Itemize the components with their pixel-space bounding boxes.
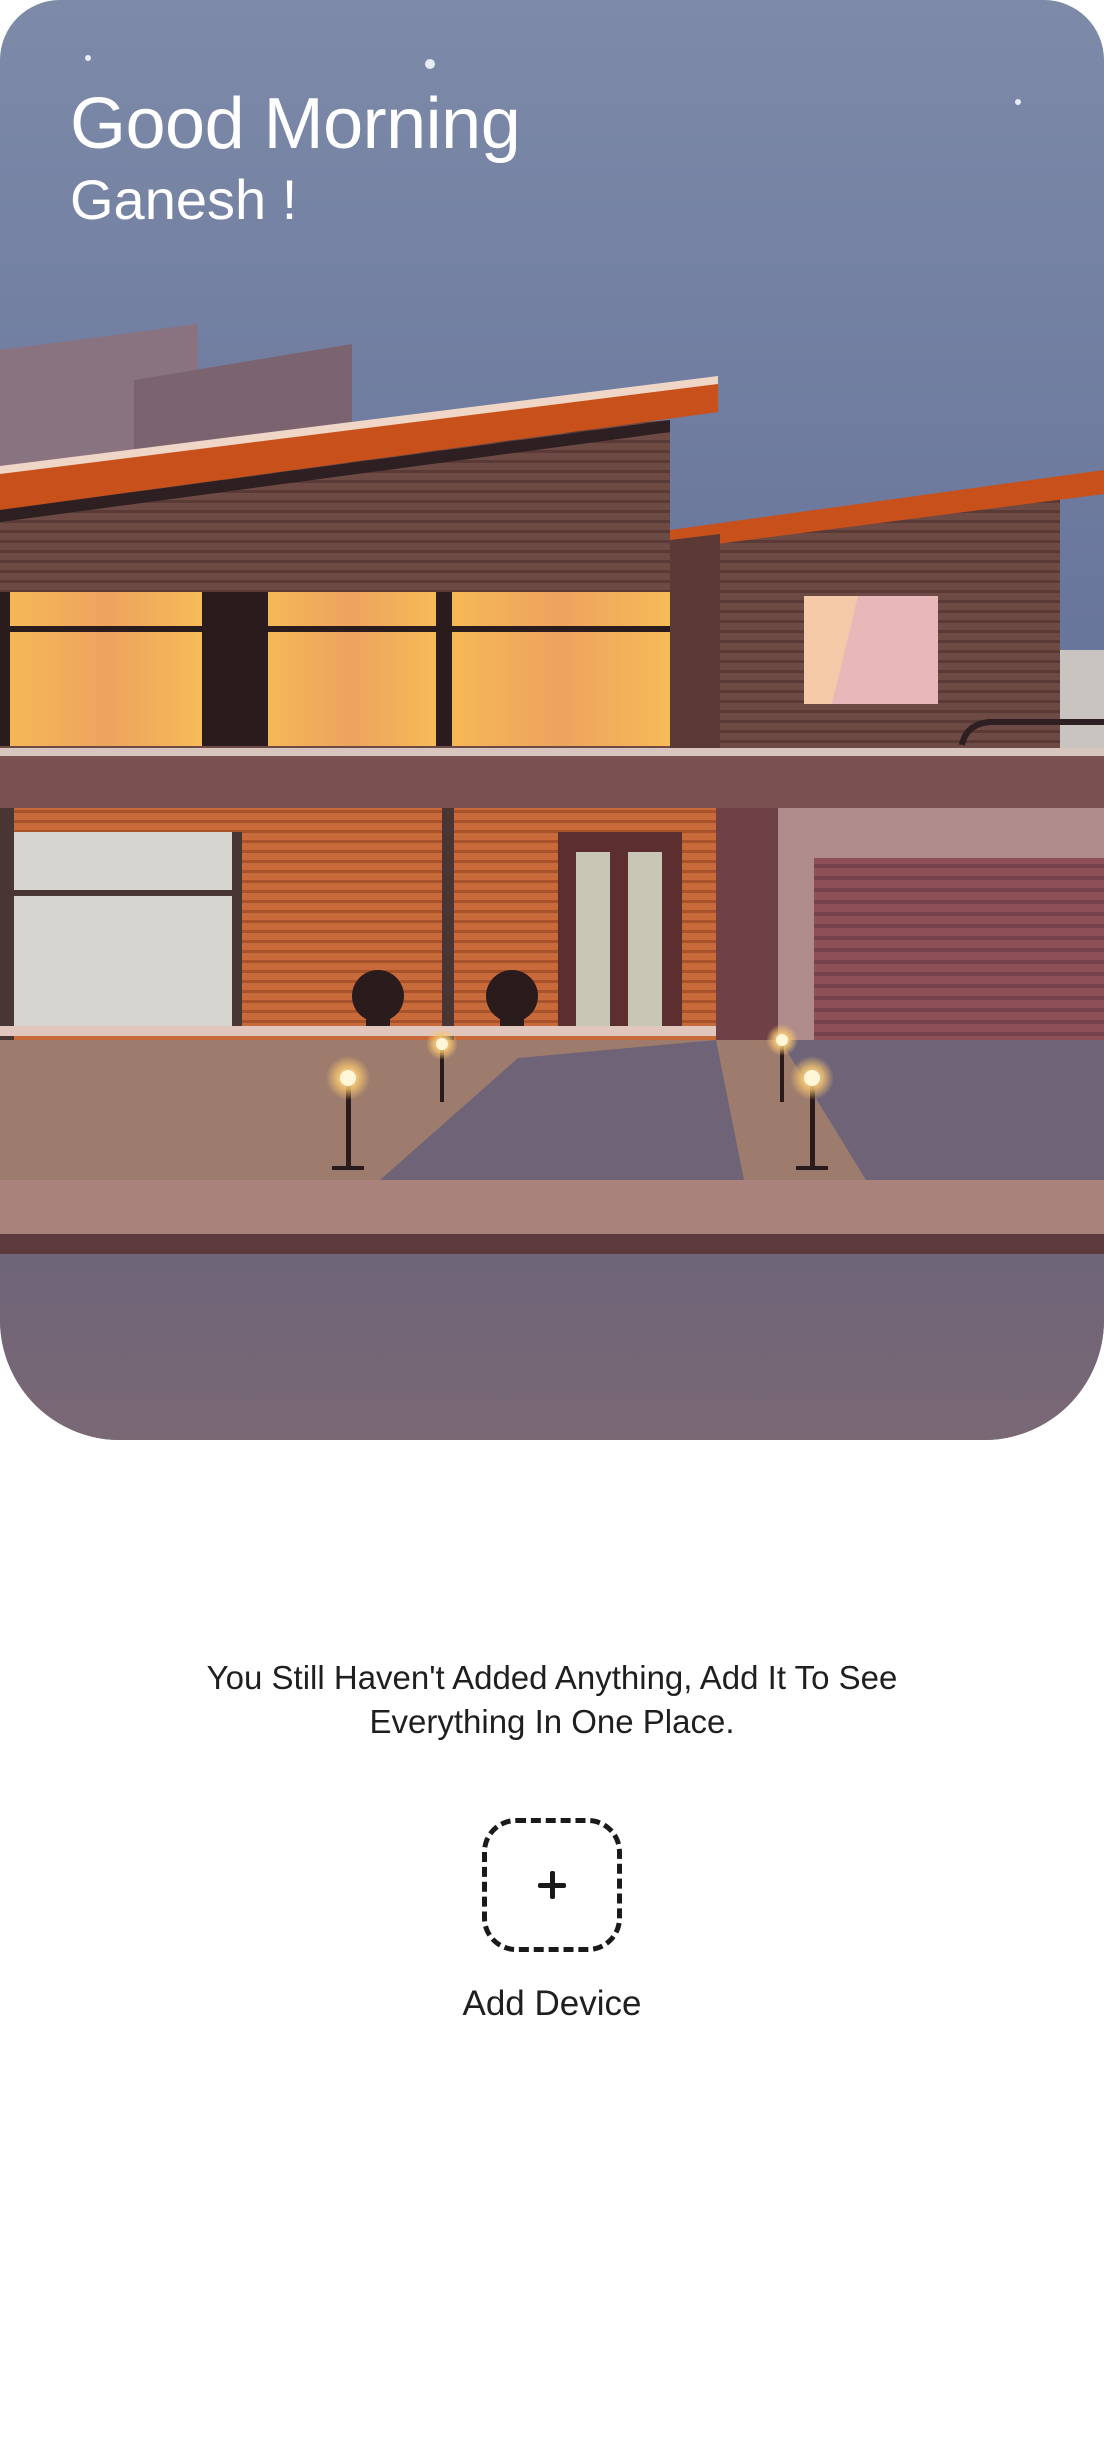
user-name: Ganesh ! [70, 168, 298, 231]
plus-icon [538, 1871, 566, 1899]
hero-banner: Good Morning Ganesh ! [0, 0, 1104, 1440]
greeting-title: Good Morning [70, 84, 521, 164]
home-screen: Good Morning Ganesh ! You Still Haven't … [0, 0, 1104, 2452]
empty-state-message: You Still Haven't Added Anything, Add It… [206, 1659, 898, 1740]
add-device-button[interactable] [482, 1818, 622, 1952]
add-device-label[interactable]: Add Device [352, 1984, 752, 2024]
